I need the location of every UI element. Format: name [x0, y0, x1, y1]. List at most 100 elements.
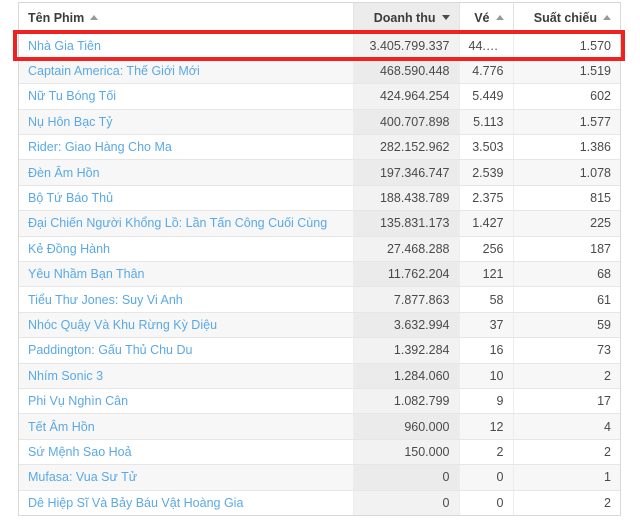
table-row[interactable]: Nữ Tu Bóng Tối 424.964.254 5.449 602: [19, 83, 620, 110]
table-row[interactable]: Nhóc Quậy Và Khu Rừng Kỳ Diệu 3.632.994 37…: [19, 312, 620, 339]
cell-tickets: 5.113: [459, 109, 514, 136]
cell-shows: 1.386: [513, 134, 620, 161]
cell-revenue: 7.877.863: [353, 286, 460, 313]
table-row[interactable]: Bộ Tứ Báo Thủ 188.438.789 2.375 815: [19, 185, 620, 212]
cell-shows: 2: [513, 363, 620, 389]
cell-movie-title[interactable]: Nụ Hôn Bạc Tỷ: [19, 109, 354, 136]
cell-movie-title[interactable]: Sứ Mệnh Sao Hoả: [19, 439, 354, 466]
cell-shows: 2: [513, 439, 620, 466]
cell-shows: 1.078: [513, 159, 620, 186]
cell-shows: 1: [513, 464, 620, 491]
column-header-label-ve: Vé: [474, 10, 490, 25]
cell-movie-title[interactable]: Đại Chiến Người Khổng Lồ: Lần Tấn Công C…: [19, 210, 354, 237]
table-row[interactable]: Dê Hiệp Sĩ Và Bảy Báu Vật Hoàng Gia 0 0 2: [19, 490, 620, 516]
cell-tickets: 5.449: [459, 83, 514, 110]
cell-movie-title[interactable]: Phi Vụ Nghìn Cân: [19, 388, 354, 415]
cell-movie-title[interactable]: Dê Hiệp Sĩ Và Bảy Báu Vật Hoàng Gia: [19, 490, 354, 516]
table-row[interactable]: Yêu Nhầm Bạn Thân 11.762.204 121 68: [19, 261, 620, 288]
cell-tickets: 121: [459, 261, 514, 288]
table-header: Tên Phim Doanh thu Vé Suất chiếu: [19, 3, 620, 34]
table-row[interactable]: Nhím Sonic 3 1.284.060 10 2: [19, 363, 620, 389]
cell-revenue: 960.000: [353, 413, 460, 440]
table-row[interactable]: Phi Vụ Nghìn Cân 1.082.799 9 17: [19, 388, 620, 415]
cell-tickets: 37: [459, 312, 514, 339]
cell-shows: 4: [513, 413, 620, 440]
cell-movie-title[interactable]: Nhím Sonic 3: [19, 363, 354, 389]
table-row[interactable]: Đại Chiến Người Khổng Lồ: Lần Tấn Công C…: [19, 210, 620, 237]
column-header-ve[interactable]: Vé: [459, 3, 514, 34]
table-body: Nhà Gia Tiên 3.405.799.337 44.827 1.570 Capt…: [19, 33, 620, 516]
table-header-row: Tên Phim Doanh thu Vé Suất chiếu: [19, 3, 620, 34]
cell-movie-title[interactable]: Nhóc Quậy Và Khu Rừng Kỳ Diệu: [19, 312, 354, 339]
cell-shows: 1.577: [513, 109, 620, 136]
cell-tickets: 3.503: [459, 134, 514, 161]
cell-revenue: 150.000: [353, 439, 460, 466]
cell-shows: 68: [513, 261, 620, 288]
cell-revenue: 188.438.789: [353, 185, 460, 212]
column-header-label-doanh-thu: Doanh thu: [373, 10, 436, 25]
cell-tickets: 44.827: [459, 33, 514, 59]
cell-revenue: 424.964.254: [353, 83, 460, 110]
column-header-doanh-thu[interactable]: Doanh thu: [353, 3, 460, 34]
cell-shows: 73: [513, 337, 620, 364]
table-row[interactable]: Tết Âm Hồn 960.000 12 4: [19, 413, 620, 440]
cell-revenue: 3.632.994: [353, 312, 460, 339]
cell-revenue: 27.468.288: [353, 236, 460, 263]
table-row[interactable]: Mufasa: Vua Sư Tử 0 0 1: [19, 464, 620, 491]
sort-descending-icon: [441, 15, 450, 21]
table-row[interactable]: Sứ Mệnh Sao Hoả 150.000 2 2: [19, 439, 620, 466]
cell-revenue: 1.284.060: [353, 363, 460, 389]
table-row[interactable]: Đèn Âm Hồn 197.346.747 2.539 1.078: [19, 159, 620, 186]
sort-ascending-icon: [90, 15, 99, 21]
cell-revenue: 3.405.799.337: [353, 33, 460, 59]
cell-movie-title[interactable]: Tết Âm Hồn: [19, 413, 354, 440]
cell-movie-title[interactable]: Yêu Nhầm Bạn Thân: [19, 261, 354, 288]
table-row[interactable]: Captain America: Thế Giới Mới 468.590.448…: [19, 58, 620, 85]
column-header-label-suat-chieu: Suất chiếu: [533, 10, 597, 25]
cell-tickets: 58: [459, 286, 514, 313]
cell-movie-title[interactable]: Kẻ Đồng Hành: [19, 236, 354, 263]
cell-shows: 225: [513, 210, 620, 237]
cell-movie-title[interactable]: Rider: Giao Hàng Cho Ma: [19, 134, 354, 161]
cell-tickets: 16: [459, 337, 514, 364]
cell-movie-title[interactable]: Bộ Tứ Báo Thủ: [19, 185, 354, 212]
cell-movie-title[interactable]: Tiểu Thư Jones: Suy Vi Anh: [19, 286, 354, 313]
cell-revenue: 400.707.898: [353, 109, 460, 136]
table-row[interactable]: Kẻ Đồng Hành 27.468.288 256 187: [19, 236, 620, 263]
cell-tickets: 2: [459, 439, 514, 466]
cell-tickets: 2.539: [459, 159, 514, 186]
cell-shows: 1.519: [513, 58, 620, 85]
cell-movie-title[interactable]: Nữ Tu Bóng Tối: [19, 83, 354, 110]
table-row[interactable]: Nụ Hôn Bạc Tỷ 400.707.898 5.113 1.577: [19, 109, 620, 136]
cell-movie-title[interactable]: Nhà Gia Tiên: [19, 33, 354, 59]
cell-tickets: 10: [459, 363, 514, 389]
movie-revenue-table-container: Tên Phim Doanh thu Vé Suất chiếu Nhà Gia…: [18, 2, 621, 517]
table-row[interactable]: Rider: Giao Hàng Cho Ma 282.152.962 3.503 1…: [19, 134, 620, 161]
cell-shows: 61: [513, 286, 620, 313]
cell-shows: 17: [513, 388, 620, 415]
table-row[interactable]: Nhà Gia Tiên 3.405.799.337 44.827 1.570: [19, 33, 620, 59]
cell-tickets: 12: [459, 413, 514, 440]
cell-tickets: 2.375: [459, 185, 514, 212]
cell-shows: 59: [513, 312, 620, 339]
cell-tickets: 1.427: [459, 210, 514, 237]
column-header-suat-chieu[interactable]: Suất chiếu: [513, 3, 620, 34]
movie-revenue-table: Tên Phim Doanh thu Vé Suất chiếu Nhà Gia…: [19, 3, 620, 516]
cell-movie-title[interactable]: Mufasa: Vua Sư Tử: [19, 464, 354, 491]
column-header-label-ten-phim: Tên Phim: [28, 10, 85, 25]
cell-revenue: 282.152.962: [353, 134, 460, 161]
table-row[interactable]: Paddington: Gấu Thủ Chu Du 1.392.284 16 73: [19, 337, 620, 364]
table-row[interactable]: Tiểu Thư Jones: Suy Vi Anh 7.877.863 58 61: [19, 286, 620, 313]
cell-revenue: 197.346.747: [353, 159, 460, 186]
cell-revenue: 0: [353, 464, 460, 491]
cell-shows: 602: [513, 83, 620, 110]
cell-revenue: 0: [353, 490, 460, 516]
column-header-ten-phim[interactable]: Tên Phim: [19, 3, 354, 34]
cell-movie-title[interactable]: Captain America: Thế Giới Mới: [19, 58, 354, 85]
cell-movie-title[interactable]: Paddington: Gấu Thủ Chu Du: [19, 337, 354, 364]
cell-shows: 2: [513, 490, 620, 516]
cell-revenue: 135.831.173: [353, 210, 460, 237]
cell-shows: 187: [513, 236, 620, 263]
sort-ascending-icon: [603, 15, 611, 21]
cell-movie-title[interactable]: Đèn Âm Hồn: [19, 159, 354, 186]
